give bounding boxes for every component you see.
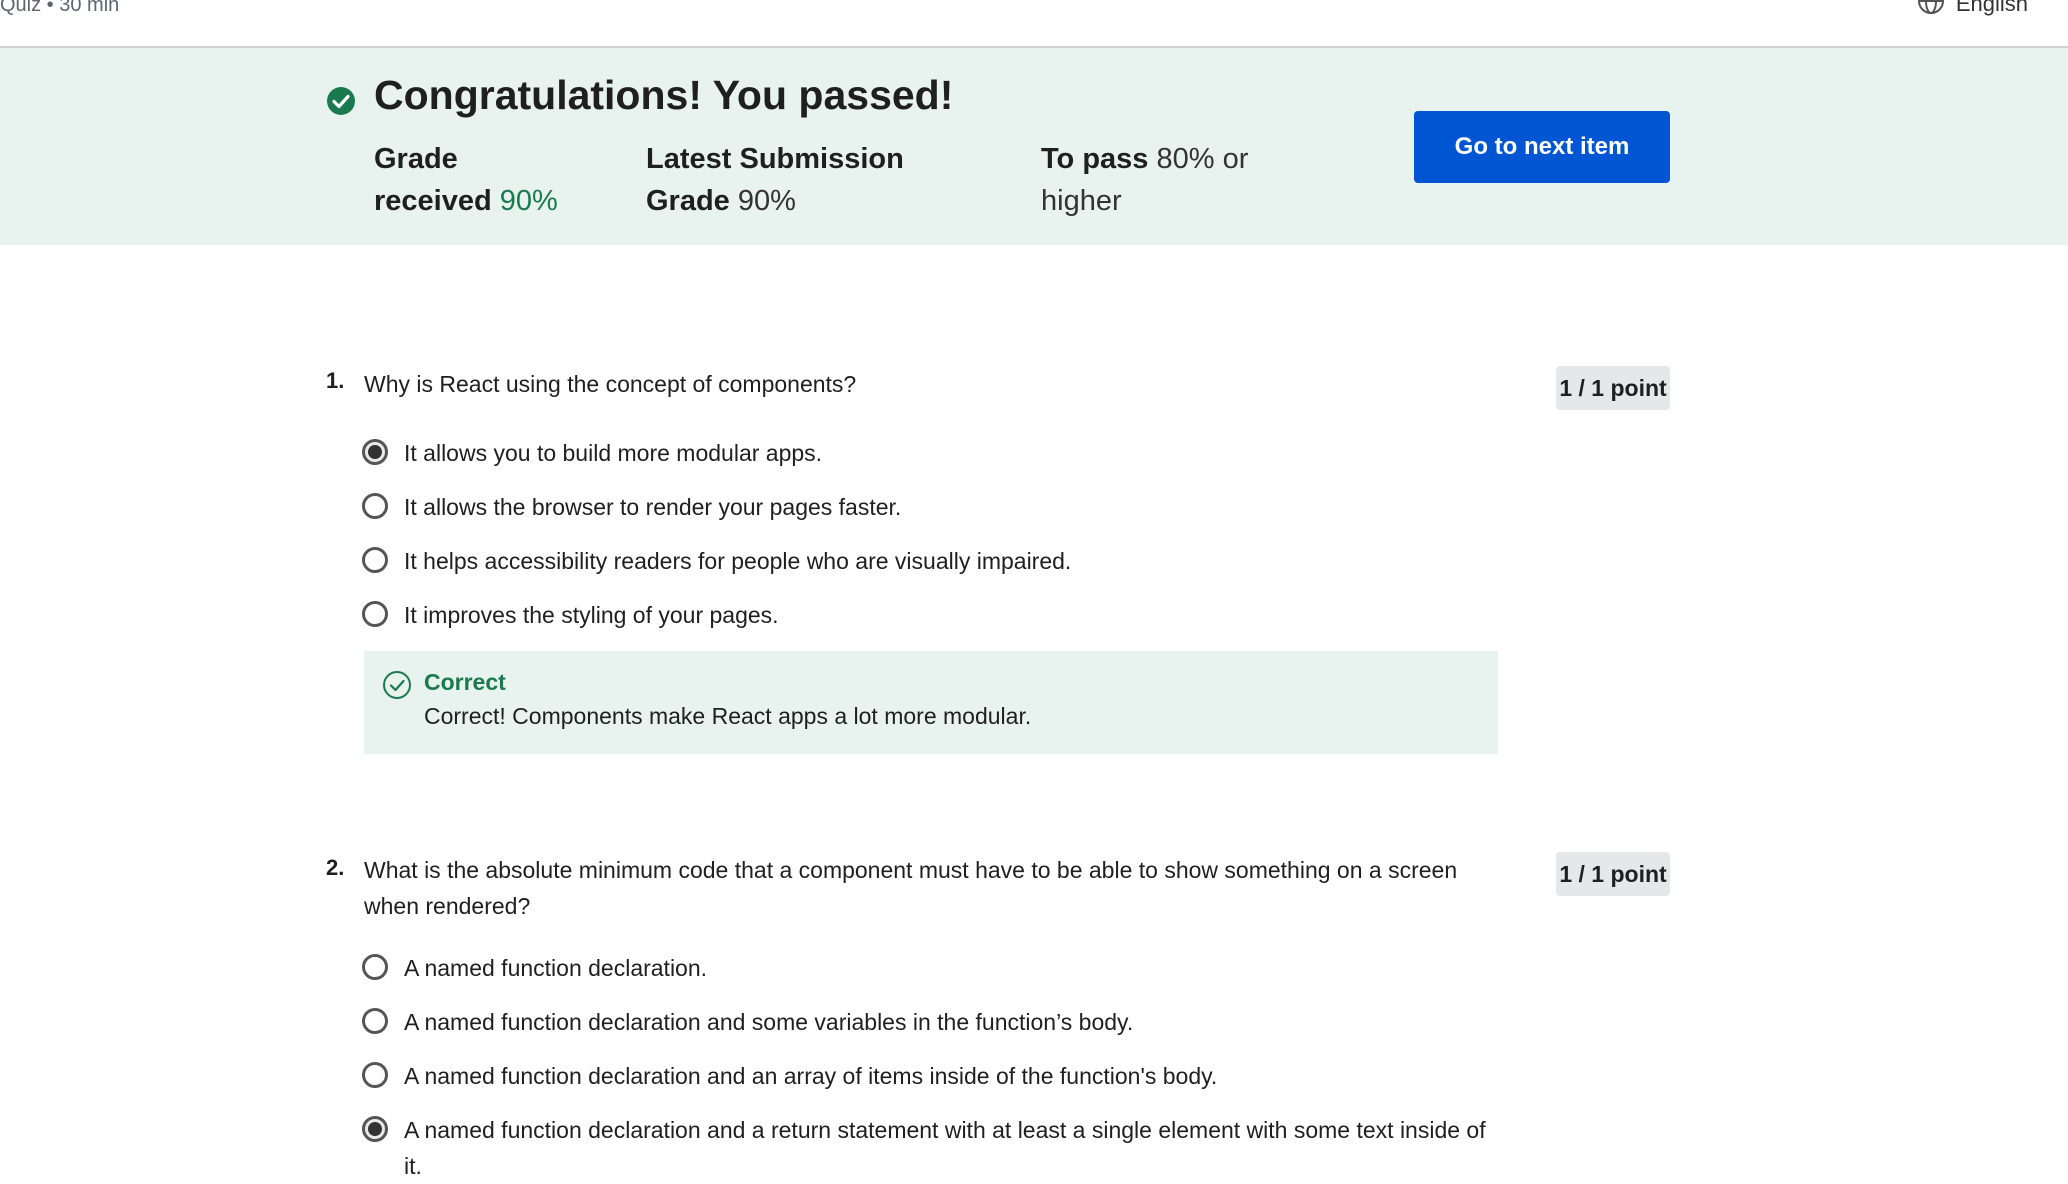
question-2-points: 1 / 1 point xyxy=(1556,852,1670,896)
feedback-title: Correct xyxy=(424,669,506,695)
option-label: It allows the browser to render your pag… xyxy=(404,494,902,520)
radio-unselected-icon[interactable] xyxy=(362,493,388,519)
pass-threshold-stat: To pass 80% or higher xyxy=(1041,138,1281,222)
pass-label: To pass xyxy=(1041,143,1149,175)
language-selector[interactable]: English xyxy=(1916,0,2028,22)
language-label: English xyxy=(1955,0,2028,16)
radio-unselected-icon[interactable] xyxy=(362,954,388,980)
option-label: It helps accessibility readers for peopl… xyxy=(404,548,1072,574)
question-1-feedback: Correct Correct! Components make React a… xyxy=(364,651,1498,754)
result-title: Congratulations! You passed! xyxy=(374,72,954,118)
option-label: A named function declaration and an arra… xyxy=(404,1063,1218,1089)
result-banner xyxy=(0,48,2068,245)
go-to-next-item-button[interactable]: Go to next item xyxy=(1414,111,1670,183)
question-2-option-3[interactable]: A named function declaration and an arra… xyxy=(362,1058,1502,1094)
question-1-number: 1. xyxy=(326,368,345,393)
radio-selected-icon[interactable] xyxy=(362,439,388,465)
feedback-text: Correct! Components make React apps a lo… xyxy=(424,703,1032,729)
option-label: A named function declaration and some va… xyxy=(404,1009,1134,1035)
question-1-option-4[interactable]: It improves the styling of your pages. xyxy=(362,597,1502,633)
question-1-option-1[interactable]: It allows you to build more modular apps… xyxy=(362,435,1502,471)
check-circle-icon xyxy=(326,86,356,121)
question-1-option-2[interactable]: It allows the browser to render your pag… xyxy=(362,489,1502,525)
question-2-option-2[interactable]: A named function declaration and some va… xyxy=(362,1004,1502,1040)
radio-unselected-icon[interactable] xyxy=(362,547,388,573)
radio-unselected-icon[interactable] xyxy=(362,1062,388,1088)
question-2-option-4[interactable]: A named function declaration and a retur… xyxy=(362,1112,1502,1184)
option-label: It allows you to build more modular apps… xyxy=(404,440,823,466)
grade-value: 90% xyxy=(499,185,558,217)
globe-icon xyxy=(1916,0,1946,22)
grade-label-line2: received xyxy=(374,185,492,217)
latest-label-line2: Grade xyxy=(646,185,730,217)
radio-selected-icon[interactable] xyxy=(362,1116,388,1142)
quiz-meta: Quiz • 30 min xyxy=(0,0,120,16)
question-2-option-1[interactable]: A named function declaration. xyxy=(362,950,1502,986)
latest-label-line1: Latest Submission xyxy=(646,143,904,175)
question-1-points: 1 / 1 point xyxy=(1556,366,1670,410)
question-1-text: Why is React using the concept of compon… xyxy=(364,371,857,397)
quiz-results-page: Quiz • 30 min English Congratulations! Y… xyxy=(0,0,2068,1184)
option-label: It improves the styling of your pages. xyxy=(404,602,779,628)
option-label: A named function declaration. xyxy=(404,955,708,981)
latest-grade-value: 90% xyxy=(737,185,796,217)
radio-unselected-icon[interactable] xyxy=(362,1008,388,1034)
question-1-option-3[interactable]: It helps accessibility readers for peopl… xyxy=(362,543,1502,579)
pass-value-line1: 80% or xyxy=(1156,143,1249,175)
top-bar: Quiz • 30 min English xyxy=(0,0,2068,48)
pass-value-line2: higher xyxy=(1041,185,1122,217)
latest-submission-stat: Latest Submission Grade 90% xyxy=(646,138,946,222)
question-2-text: What is the absolute minimum code that a… xyxy=(364,857,1458,919)
option-label: A named function declaration and a retur… xyxy=(404,1117,1486,1179)
radio-unselected-icon[interactable] xyxy=(362,601,388,627)
check-circle-outline-icon xyxy=(382,670,412,705)
grade-label-line1: Grade xyxy=(374,143,458,175)
question-2-number: 2. xyxy=(326,855,345,880)
grade-received-stat: Grade received 90% xyxy=(374,138,604,222)
